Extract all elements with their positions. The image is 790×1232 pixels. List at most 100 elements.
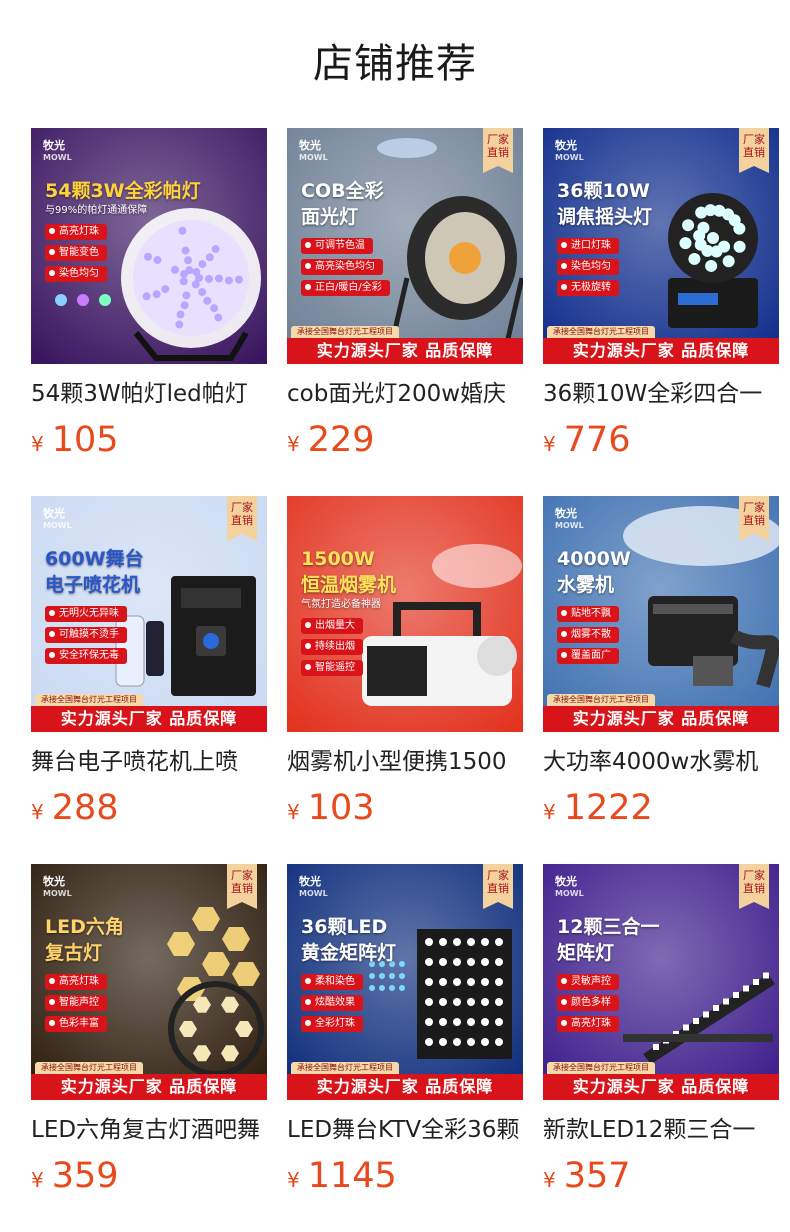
product-price: ¥288 [31, 786, 267, 830]
feature-tag: 智能遥控 [301, 660, 363, 676]
price-amount: 776 [563, 420, 631, 460]
feature-tag: 炫酷效果 [301, 995, 363, 1011]
project-tag: 承接全国舞台灯光工程项目 [547, 1062, 655, 1074]
product-name[interactable]: 舞台电子喷花机上喷 [31, 746, 267, 778]
brand-logo: 牧光 MOWL [43, 876, 72, 900]
product-card[interactable]: 牧光 MOWL 厂家直销 36颗10W 调焦摇头灯 进口灯珠 染色均匀 无极旋转 承接全国舞台灯… [543, 128, 779, 462]
product-price: ¥776 [543, 418, 779, 462]
image-headline-line: 600W舞台 [45, 548, 144, 570]
product-name[interactable]: 新款LED12颗三合一 [543, 1114, 779, 1146]
price-amount: 1222 [563, 788, 653, 828]
price-amount: 105 [51, 420, 119, 460]
feature-tag: 高亮灯珠 [45, 224, 107, 240]
image-headline: 4000W 水雾机 [557, 546, 631, 598]
quality-banner: 实力源头厂家 品质保障 [543, 338, 779, 364]
feature-tag: 灵敏声控 [557, 974, 619, 990]
product-card[interactable]: 牧光 MOWL 厂家直销 36颗LED 黄金矩阵灯 柔和染色 炫酷效果 全彩灯珠 承接全国舞台灯… [287, 864, 523, 1198]
product-image[interactable]: 牧光 MOWL 54颗3W全彩帕灯 与99%的帕灯通通保障 高亮灯珠 智能变色 染色均匀 [31, 128, 267, 364]
currency-symbol: ¥ [543, 432, 556, 456]
image-headline-line: LED六角 [45, 916, 124, 938]
feature-tag: 可调节色温 [301, 238, 373, 254]
feature-tag: 高亮灯珠 [557, 1016, 619, 1032]
product-name[interactable]: 烟雾机小型便携1500 [287, 746, 523, 778]
brand-name-en: MOWL [43, 889, 72, 898]
price-amount: 1145 [307, 1156, 397, 1196]
project-tag: 承接全国舞台灯光工程项目 [547, 326, 655, 338]
currency-symbol: ¥ [31, 432, 44, 456]
currency-symbol: ¥ [543, 1168, 556, 1192]
product-name[interactable]: cob面光灯200w婚庆 [287, 378, 523, 410]
product-card[interactable]: 牧光 MOWL 厂家直销 COB全彩 面光灯 可调节色温 高亮染色均匀 正白/暖白/全彩 承接全… [287, 128, 523, 462]
image-headline-line: 面光灯 [301, 206, 359, 228]
image-headline: 54颗3W全彩帕灯与99%的帕灯通通保障 [45, 178, 201, 218]
brand-name-en: MOWL [299, 153, 328, 162]
image-headline-line: 36颗10W [557, 180, 650, 202]
product-image[interactable]: 1500W 恒温烟雾机 气氛打造必备神器 出烟量大 持续出烟 智能遥控 [287, 496, 523, 732]
feature-tag: 无极旋转 [557, 280, 619, 296]
product-image[interactable]: 牧光 MOWL 厂家直销 36颗LED 黄金矩阵灯 柔和染色 炫酷效果 全彩灯珠 承接全国舞台灯… [287, 864, 523, 1100]
feature-tag: 高亮灯珠 [45, 974, 107, 990]
product-card[interactable]: 牧光 MOWL 54颗3W全彩帕灯 与99%的帕灯通通保障 高亮灯珠 智能变色 染色均匀 54… [31, 128, 267, 462]
project-tag: 承接全国舞台灯光工程项目 [35, 1062, 143, 1074]
feature-tag: 烟雾不散 [557, 627, 619, 643]
currency-symbol: ¥ [287, 432, 300, 456]
quality-banner: 实力源头厂家 品质保障 [31, 1074, 267, 1100]
currency-symbol: ¥ [543, 800, 556, 824]
brand-logo: 牧光 MOWL [555, 508, 584, 532]
product-image[interactable]: 牧光 MOWL 厂家直销 COB全彩 面光灯 可调节色温 高亮染色均匀 正白/暖白/全彩 承接全… [287, 128, 523, 364]
feature-tag: 颜色多样 [557, 995, 619, 1011]
feature-tag: 柔和染色 [301, 974, 363, 990]
factory-direct-badge: 厂家直销 [227, 496, 257, 541]
brand-name: 牧光 [43, 875, 65, 888]
image-subline: 气氛打造必备神器 [301, 599, 381, 610]
currency-symbol: ¥ [31, 800, 44, 824]
product-card[interactable]: 牧光 MOWL 厂家直销 LED六角 复古灯 高亮灯珠 智能声控 色彩丰富 承接全国舞台灯光工程… [31, 864, 267, 1198]
image-headline-line: 水雾机 [557, 574, 615, 596]
price-amount: 359 [51, 1156, 119, 1196]
quality-banner: 实力源头厂家 品质保障 [287, 338, 523, 364]
product-image[interactable]: 牧光 MOWL 厂家直销 12颗三合一 矩阵灯 灵敏声控 颜色多样 高亮灯珠 承接全国舞台灯光工… [543, 864, 779, 1100]
product-card[interactable]: 牧光 MOWL 厂家直销 600W舞台 电子喷花机 无明火无异味 可触摸不烫手 安全环保无毒承… [31, 496, 267, 830]
product-name[interactable]: LED舞台KTV全彩36颗 [287, 1114, 523, 1146]
product-name[interactable]: LED六角复古灯酒吧舞 [31, 1114, 267, 1146]
product-name[interactable]: 大功率4000w水雾机 [543, 746, 779, 778]
section-title: 店铺推荐 [313, 41, 477, 87]
image-headline-line: 54颗3W全彩帕灯 [45, 180, 201, 202]
product-image[interactable]: 牧光 MOWL 厂家直销 600W舞台 电子喷花机 无明火无异味 可触摸不烫手 安全环保无毒承… [31, 496, 267, 732]
image-headline: 36颗10W 调焦摇头灯 [557, 178, 652, 230]
image-headline: 600W舞台 电子喷花机 [45, 546, 144, 598]
product-image[interactable]: 牧光 MOWL 厂家直销 36颗10W 调焦摇头灯 进口灯珠 染色均匀 无极旋转 承接全国舞台灯… [543, 128, 779, 364]
feature-tag: 色彩丰富 [45, 1016, 107, 1032]
price-amount: 357 [563, 1156, 631, 1196]
product-image-art [287, 496, 523, 732]
quality-banner: 实力源头厂家 品质保障 [31, 706, 267, 732]
brand-name-en: MOWL [43, 521, 72, 530]
feature-tag: 染色均匀 [45, 266, 107, 282]
product-card[interactable]: 牧光 MOWL 厂家直销 4000W 水雾机 贴地不飘 烟雾不散 覆盖面广 承接全国舞台灯光工程… [543, 496, 779, 830]
feature-tag: 高亮染色均匀 [301, 259, 383, 275]
product-card[interactable]: 牧光 MOWL 厂家直销 12颗三合一 矩阵灯 灵敏声控 颜色多样 高亮灯珠 承接全国舞台灯光工… [543, 864, 779, 1198]
brand-name-en: MOWL [555, 521, 584, 530]
product-name[interactable]: 36颗10W全彩四合一 [543, 378, 779, 410]
brand-name-en: MOWL [299, 889, 328, 898]
brand-name-en: MOWL [555, 889, 584, 898]
quality-banner: 实力源头厂家 品质保障 [543, 1074, 779, 1100]
price-amount: 103 [307, 788, 375, 828]
product-price: ¥105 [31, 418, 267, 462]
image-subline: 与99%的帕灯通通保障 [45, 205, 148, 216]
product-name[interactable]: 54颗3W帕灯led帕灯 [31, 378, 267, 410]
image-headline-line: 12颗三合一 [557, 916, 660, 938]
image-headline: COB全彩 面光灯 [301, 178, 384, 230]
brand-logo: 牧光 MOWL [43, 508, 72, 532]
quality-banner: 实力源头厂家 品质保障 [287, 1074, 523, 1100]
product-card[interactable]: 1500W 恒温烟雾机 气氛打造必备神器 出烟量大 持续出烟 智能遥控烟雾机小型便携150… [287, 496, 523, 830]
image-headline-line: 复古灯 [45, 942, 103, 964]
project-tag: 承接全国舞台灯光工程项目 [291, 326, 399, 338]
feature-tag: 全彩灯珠 [301, 1016, 363, 1032]
product-price: ¥359 [31, 1154, 267, 1198]
product-image[interactable]: 牧光 MOWL 厂家直销 LED六角 复古灯 高亮灯珠 智能声控 色彩丰富 承接全国舞台灯光工程… [31, 864, 267, 1100]
product-image[interactable]: 牧光 MOWL 厂家直销 4000W 水雾机 贴地不飘 烟雾不散 覆盖面广 承接全国舞台灯光工程… [543, 496, 779, 732]
brand-name: 牧光 [43, 139, 65, 152]
feature-tag: 可触摸不烫手 [45, 627, 127, 643]
price-amount: 229 [307, 420, 375, 460]
